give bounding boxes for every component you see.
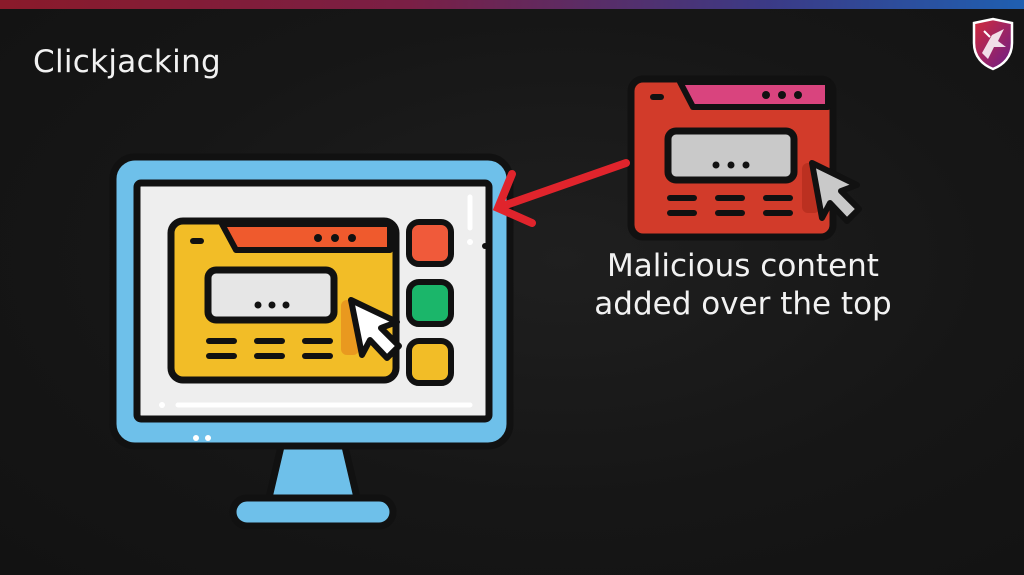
malicious-overlay-window-icon [627, 75, 862, 241]
yellow-square-icon [406, 338, 454, 386]
caption-line-1: Malicious content [607, 248, 879, 284]
red-arrow-icon [492, 159, 630, 227]
caption: Malicious content added over the top [578, 247, 908, 323]
green-square-icon [406, 279, 454, 327]
browser-window-icon [167, 217, 402, 384]
caption-line-2: added over the top [594, 286, 892, 322]
slide: Clickjacking Malicious content added ove… [0, 0, 1024, 575]
orange-square-icon [406, 219, 454, 267]
